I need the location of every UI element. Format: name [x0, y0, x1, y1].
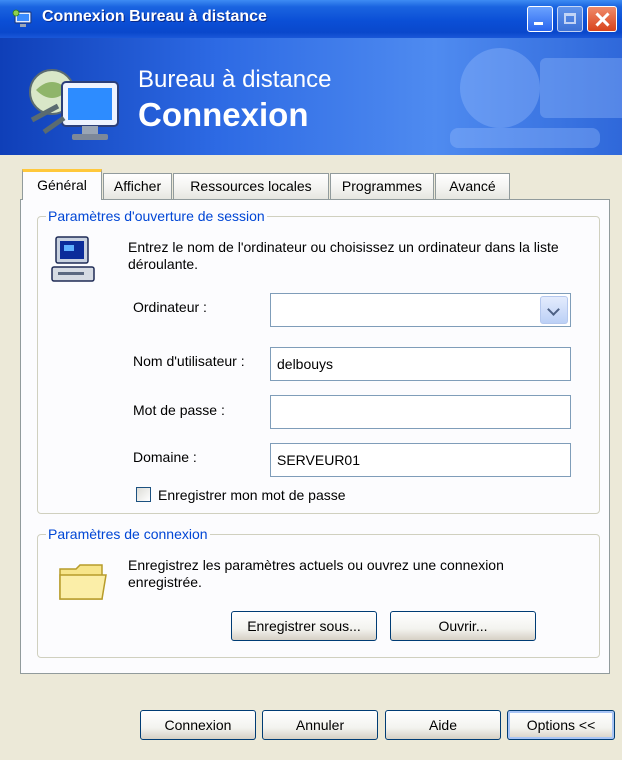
- window-title: Connexion Bureau à distance: [42, 8, 267, 25]
- username-input[interactable]: delbouys: [270, 347, 571, 381]
- logon-description: Entrez le nom de l'ordinateur ou choisis…: [128, 239, 559, 272]
- username-label: Nom d'utilisateur :: [133, 353, 245, 369]
- open-button[interactable]: Ouvrir...: [390, 611, 536, 641]
- computer-combobox[interactable]: [270, 293, 571, 327]
- tab-display[interactable]: Afficher: [103, 173, 172, 199]
- folder-icon: [59, 564, 107, 600]
- save-as-button[interactable]: Enregistrer sous...: [231, 611, 377, 641]
- connection-description: Enregistrez les paramètres actuels ou ou…: [128, 557, 504, 590]
- help-button[interactable]: Aide: [385, 710, 501, 740]
- remote-desktop-logo: [29, 69, 119, 140]
- cancel-button[interactable]: Annuler: [262, 710, 378, 740]
- logon-settings-group: Paramètres d'ouverture de session Entrez…: [37, 208, 600, 514]
- maximize-icon[interactable]: [557, 6, 583, 32]
- domain-input[interactable]: SERVEUR01: [270, 443, 571, 477]
- connect-button[interactable]: Connexion: [140, 710, 256, 740]
- tab-advanced[interactable]: Avancé: [435, 173, 510, 199]
- tab-local-resources[interactable]: Ressources locales: [173, 173, 329, 199]
- connection-settings-title: Paramètres de connexion: [46, 526, 210, 542]
- connection-settings-group: Paramètres de connexion Enregistrez les …: [37, 526, 600, 658]
- banner-title-line1: Bureau à distance: [138, 66, 332, 93]
- title-bar[interactable]: Connexion Bureau à distance: [0, 0, 622, 38]
- logon-settings-title: Paramètres d'ouverture de session: [46, 208, 267, 224]
- tab-programs[interactable]: Programmes: [330, 173, 434, 199]
- computer-icon: [51, 236, 95, 282]
- save-password-label[interactable]: Enregistrer mon mot de passe: [158, 487, 346, 503]
- banner-title-line2: Connexion: [138, 96, 309, 133]
- banner: Bureau à distance Connexion: [0, 38, 622, 155]
- tab-general[interactable]: Général: [22, 169, 102, 200]
- banner-decoration: [450, 48, 622, 148]
- save-password-checkbox[interactable]: [136, 487, 151, 502]
- tab-panel-general: Paramètres d'ouverture de session Entrez…: [20, 199, 610, 674]
- chevron-down-icon[interactable]: [540, 296, 568, 324]
- computer-label: Ordinateur :: [133, 299, 207, 315]
- remote-desktop-icon: [12, 9, 32, 27]
- password-label: Mot de passe :: [133, 402, 225, 418]
- close-icon[interactable]: [587, 6, 617, 32]
- domain-label: Domaine :: [133, 449, 197, 465]
- minimize-icon[interactable]: [527, 6, 553, 32]
- options-button[interactable]: Options <<: [507, 710, 615, 740]
- rdp-dialog: Connexion Bureau à distance Bureau à dis…: [0, 0, 622, 760]
- password-input[interactable]: [270, 395, 571, 429]
